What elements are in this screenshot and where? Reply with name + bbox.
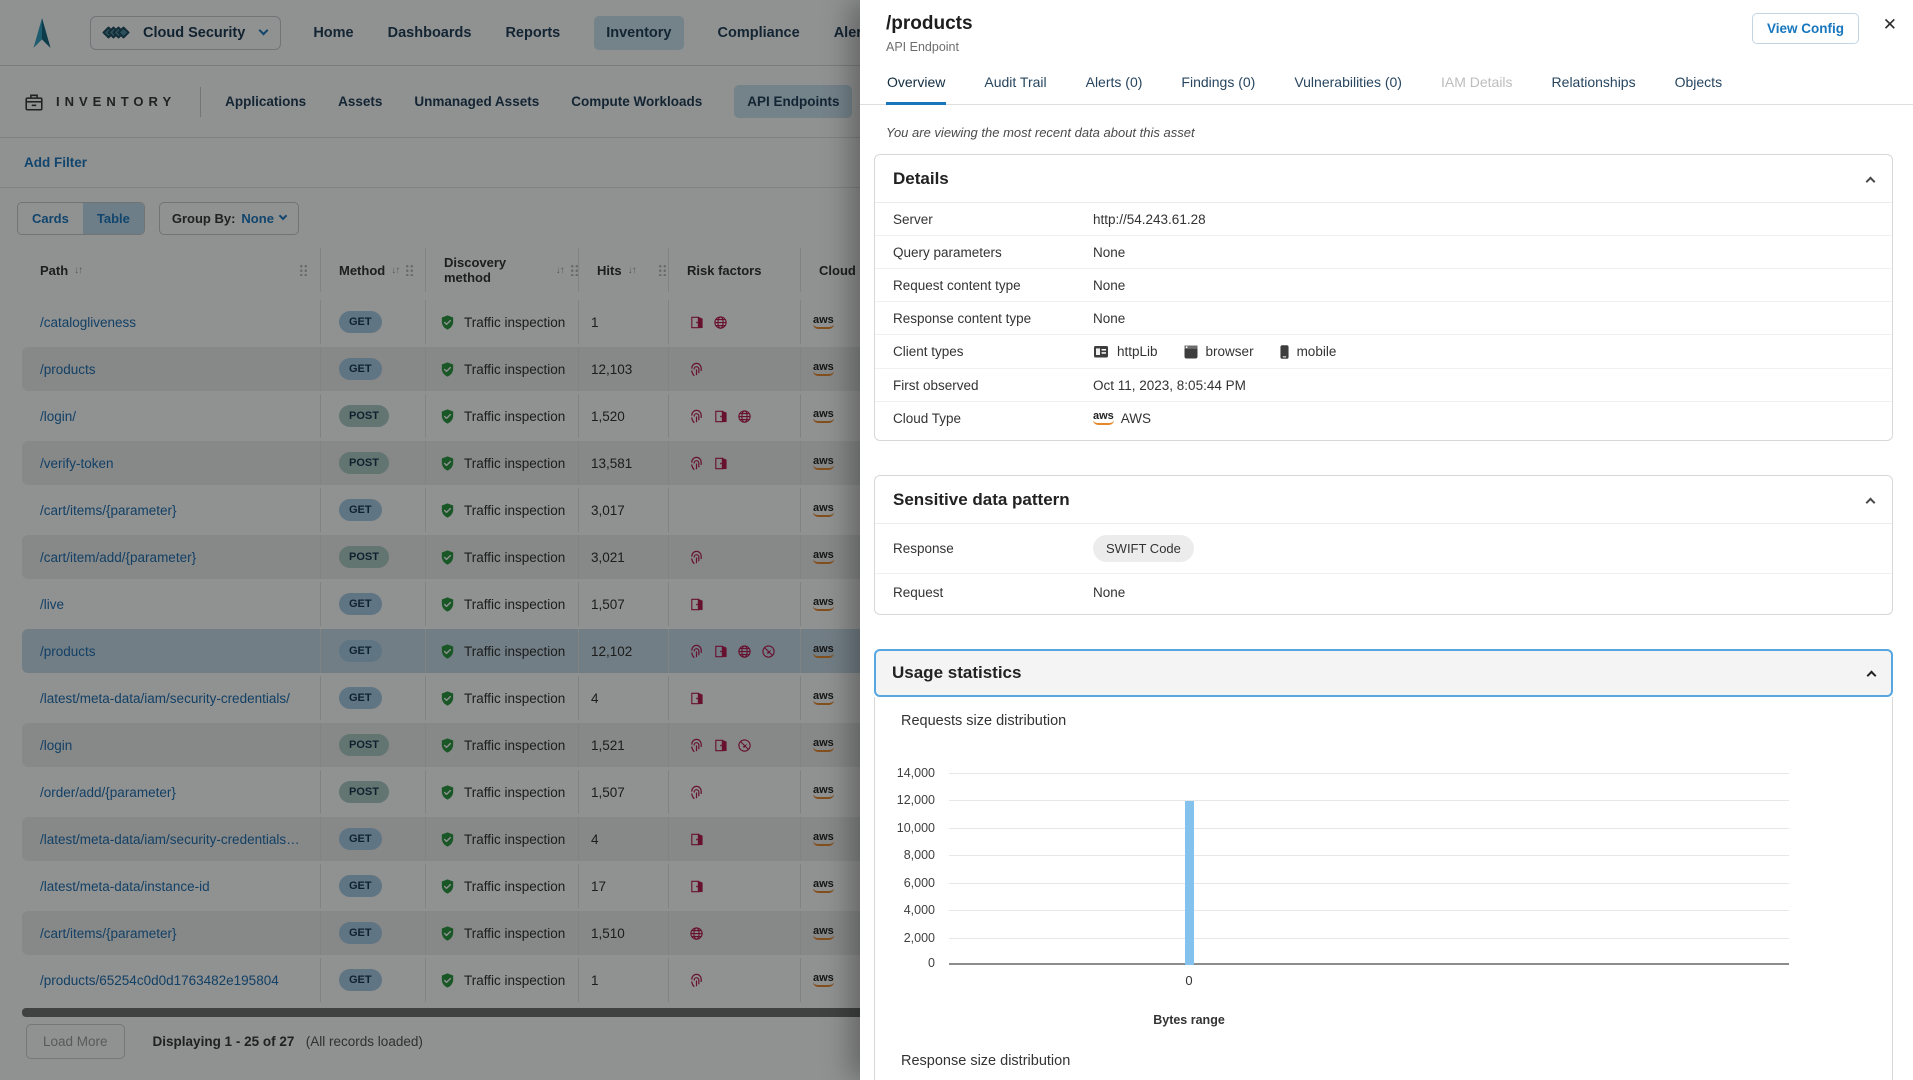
browser-icon [1184, 345, 1198, 359]
panel-tab[interactable]: Vulnerabilities (0) [1293, 65, 1403, 105]
detail-row: Cloud Type aws AWS [875, 402, 1892, 440]
httplib-icon [1093, 345, 1109, 359]
panel-header: /products API Endpoint View Config ✕ [860, 0, 1913, 60]
detail-row: First observed Oct 11, 2023, 8:05:44 PM [875, 369, 1892, 402]
panel-tab[interactable]: IAM Details [1440, 65, 1514, 105]
detail-row: Request content type None [875, 269, 1892, 302]
details-card: Details Server http://54.243.61.28 Query… [874, 154, 1893, 441]
sensitive-data-title: Sensitive data pattern [893, 490, 1070, 510]
aws-icon: aws [1093, 411, 1114, 425]
collapse-chevron-icon[interactable] [1866, 497, 1876, 507]
panel-tabs: Overview Audit Trail Alerts (0) Findings… [860, 65, 1913, 105]
panel-tab[interactable]: Findings (0) [1180, 65, 1256, 105]
client-types-list: httpLib browser mobile [1093, 344, 1874, 360]
usage-statistics-body: Requests size distribution 14,000 12,000… [874, 697, 1893, 1080]
chart-bar [1185, 801, 1194, 965]
close-icon[interactable]: ✕ [1883, 15, 1897, 35]
usage-statistics-title: Usage statistics [892, 663, 1021, 683]
y-axis-tick: 6,000 [904, 876, 935, 890]
asset-type-label: API Endpoint [886, 40, 1887, 54]
panel-tab[interactable]: Audit Trail [983, 65, 1047, 105]
asset-detail-panel: /products API Endpoint View Config ✕ Ove… [860, 0, 1913, 1080]
client-type-label: httpLib [1117, 344, 1158, 359]
sensitive-data-card: Sensitive data pattern Response SWIFT Co… [874, 475, 1893, 615]
panel-tab[interactable]: Relationships [1551, 65, 1637, 105]
y-axis-tick: 14,000 [897, 766, 935, 780]
detail-row: Server http://54.243.61.28 [875, 203, 1892, 236]
server-value: http://54.243.61.28 [1093, 212, 1874, 227]
mobile-icon [1280, 344, 1289, 360]
detail-row: Request None [875, 574, 1892, 614]
cloud-type-value: AWS [1121, 411, 1151, 426]
modal-dim-overlay [0, 0, 860, 1080]
client-type-label: mobile [1297, 344, 1337, 359]
detail-row: Query parameters None [875, 236, 1892, 269]
requests-size-chart: 14,000 12,000 10,000 8,000 6,000 4,000 2… [949, 773, 1789, 965]
detail-row: Response SWIFT Code [875, 524, 1892, 574]
asset-title: /products [886, 13, 1887, 35]
first-observed-value: Oct 11, 2023, 8:05:44 PM [1093, 378, 1874, 393]
detail-row: Response content type None [875, 302, 1892, 335]
recent-data-notice: You are viewing the most recent data abo… [886, 125, 1887, 140]
y-axis-tick: 8,000 [904, 848, 935, 862]
panel-tab[interactable]: Objects [1674, 65, 1723, 105]
detail-row: Client types httpLibbrowsermobile [875, 335, 1892, 369]
panel-tab[interactable]: Overview [886, 65, 946, 105]
y-axis-tick: 10,000 [897, 821, 935, 835]
x-axis-label: Bytes range [1153, 1013, 1225, 1027]
panel-tab[interactable]: Alerts (0) [1085, 65, 1144, 105]
client-type-label: browser [1206, 344, 1254, 359]
y-axis-tick: 12,000 [897, 793, 935, 807]
collapse-chevron-icon[interactable] [1867, 670, 1877, 680]
details-title: Details [893, 169, 949, 189]
response-chart-title: Response size distribution [901, 1053, 1892, 1069]
view-config-button[interactable]: View Config [1752, 13, 1859, 44]
x-axis-tick: 0 [1185, 973, 1192, 988]
usage-statistics-header[interactable]: Usage statistics [874, 649, 1893, 697]
requests-chart-title: Requests size distribution [901, 713, 1892, 729]
screen: Cloud Security Home Dashboards Reports I… [0, 0, 1913, 1080]
collapse-chevron-icon[interactable] [1866, 177, 1876, 187]
y-axis-tick: 0 [928, 956, 935, 970]
y-axis-tick: 2,000 [904, 931, 935, 945]
y-axis-tick: 4,000 [904, 903, 935, 917]
panel-cards: Details Server http://54.243.61.28 Query… [874, 154, 1893, 1080]
sensitive-pattern-badge: SWIFT Code [1093, 535, 1194, 562]
